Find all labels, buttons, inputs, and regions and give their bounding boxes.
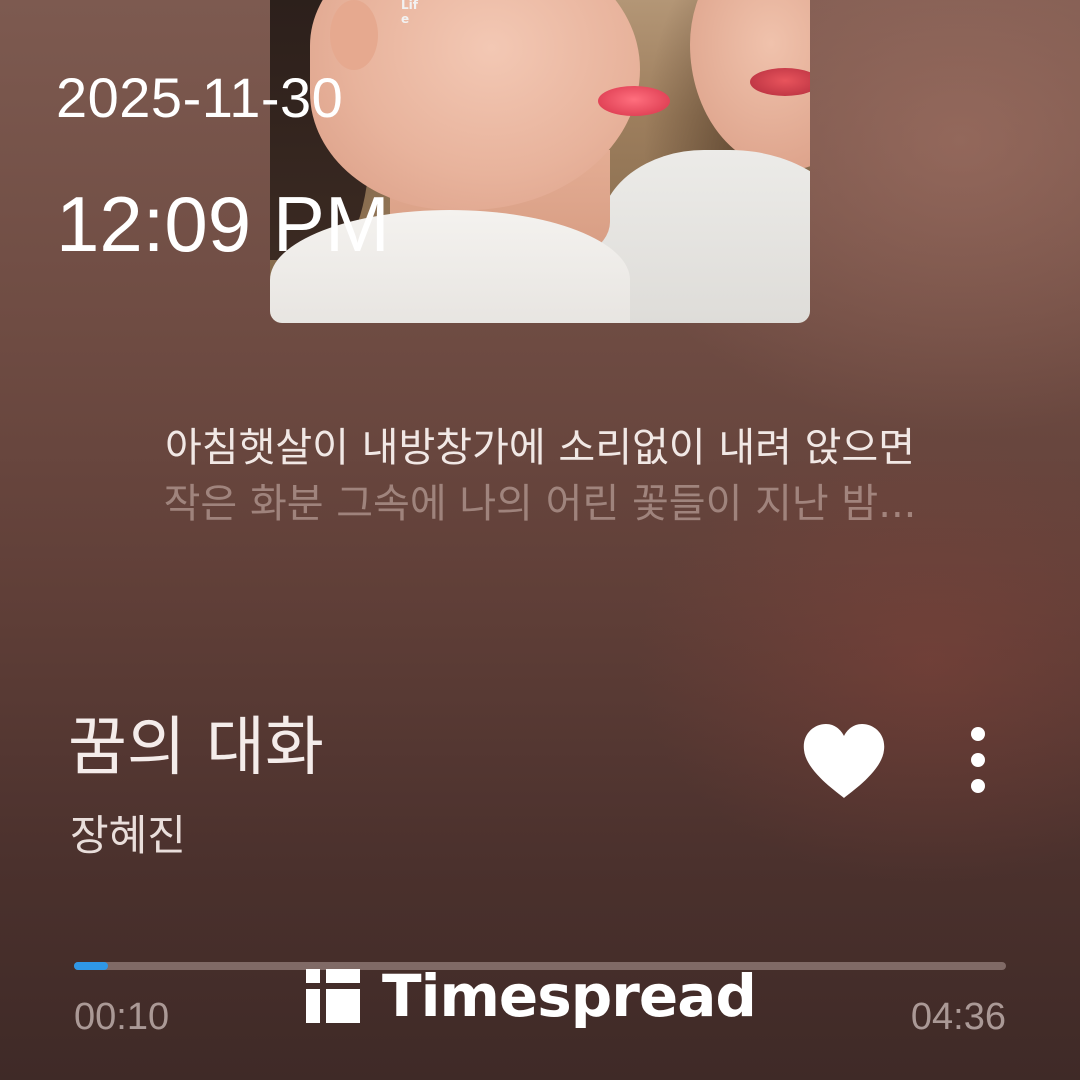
progress-fill bbox=[74, 962, 108, 970]
watermark: Timespread bbox=[306, 962, 757, 1030]
lyrics-panel[interactable]: 아침햇살이 내방창가에 소리없이 내려 앉으면 작은 화분 그속에 나의 어린 … bbox=[60, 420, 1020, 532]
album-art: Lif e bbox=[270, 0, 810, 323]
date-label: 2025-11-30 bbox=[56, 66, 344, 129]
lyric-next-line: 작은 화분 그속에 나의 어린 꽃들이 지난 밤... bbox=[163, 481, 917, 527]
total-time: 04:36 bbox=[910, 996, 1006, 1038]
song-title: 꿈의 대화 bbox=[68, 711, 324, 785]
watermark-text: Timespread bbox=[382, 962, 757, 1030]
time-label: 12:09 PM bbox=[56, 180, 390, 268]
more-options-button[interactable] bbox=[958, 722, 998, 802]
like-button[interactable] bbox=[800, 722, 888, 802]
album-cover-text: Lif e bbox=[401, 0, 418, 26]
heart-icon bbox=[803, 724, 885, 798]
more-vertical-icon bbox=[971, 727, 985, 793]
timespread-logo-icon bbox=[306, 969, 360, 1023]
elapsed-time: 00:10 bbox=[74, 996, 170, 1038]
lyric-current-line: 아침햇살이 내방창가에 소리없이 내려 앉으면 bbox=[164, 425, 916, 471]
song-artist[interactable]: 장혜진 bbox=[70, 808, 186, 864]
